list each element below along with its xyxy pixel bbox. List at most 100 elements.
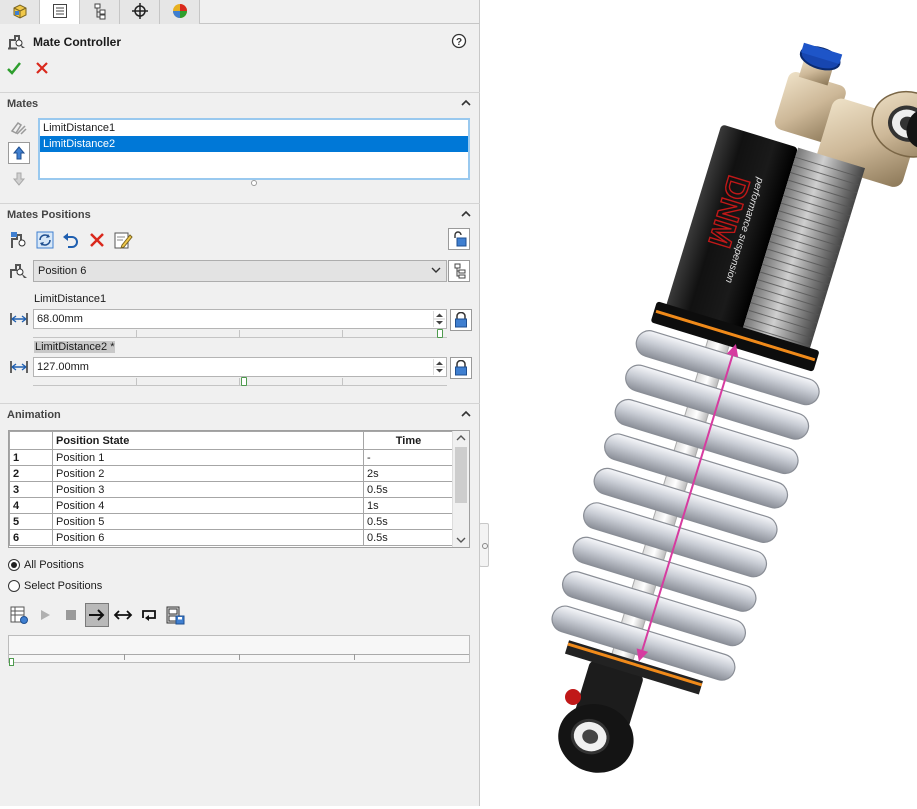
unlock-all-button[interactable] <box>448 228 470 250</box>
page-title: Mate Controller <box>33 35 122 49</box>
tab-feature-manager[interactable] <box>0 0 40 24</box>
spin-buttons[interactable] <box>433 311 445 327</box>
scrollbar-thumb[interactable] <box>455 447 467 503</box>
list-resize-handle[interactable] <box>251 180 257 186</box>
arrow-right-icon <box>89 609 105 621</box>
delete-icon <box>90 233 104 247</box>
add-position-icon <box>11 232 26 248</box>
ok-button[interactable] <box>6 60 22 79</box>
limit-distance1-field[interactable]: 68.00mm <box>33 309 447 329</box>
table-row[interactable]: 4 Position 4 1s <box>9 497 454 514</box>
tab-dimxpert[interactable] <box>120 0 160 24</box>
time-cell[interactable]: 1s <box>363 497 454 514</box>
distance-dimension-icon <box>8 310 30 328</box>
reciprocate-button[interactable] <box>111 603 135 627</box>
slider-thumb[interactable] <box>436 329 443 338</box>
delete-position-button[interactable] <box>85 228 109 252</box>
chevron-down-icon[interactable] <box>430 263 442 284</box>
limit-distance1-slider[interactable] <box>33 329 447 338</box>
lock-limit-distance1-button[interactable] <box>450 309 472 331</box>
mates-section-header[interactable]: Mates <box>0 92 480 114</box>
unlock-icon <box>454 231 467 247</box>
position-state-cell: Position 3 <box>52 481 364 498</box>
table-row[interactable]: 2 Position 2 2s <box>9 465 454 482</box>
play-button[interactable] <box>33 603 57 627</box>
time-cell[interactable]: 0.5s <box>363 513 454 530</box>
tab-display-manager[interactable] <box>160 0 200 24</box>
configuration-manager-icon <box>91 2 109 23</box>
chevron-up-icon[interactable] <box>460 408 472 423</box>
time-cell[interactable]: 0.5s <box>363 529 454 546</box>
tab-property-manager[interactable] <box>40 0 80 24</box>
limit-distance1-label: LimitDistance1 <box>34 293 107 305</box>
undo-position-button[interactable] <box>59 228 83 252</box>
shock-absorber-model[interactable]: DNM performance suspension <box>490 0 917 806</box>
arrow-left-right-icon <box>113 610 133 620</box>
all-positions-radio[interactable] <box>8 559 20 571</box>
chevron-up-icon[interactable] <box>460 208 472 223</box>
timeline-thumb[interactable] <box>9 658 14 666</box>
lock-limit-distance2-button[interactable] <box>450 357 472 379</box>
chevron-down-icon <box>456 537 466 543</box>
normal-playback-button[interactable] <box>85 603 109 627</box>
rename-position-button[interactable] <box>111 228 135 252</box>
all-positions-option[interactable]: All Positions <box>8 559 84 571</box>
cancel-button[interactable] <box>34 60 50 79</box>
table-row[interactable]: 3 Position 3 0.5s <box>9 481 454 498</box>
mate-controller-icon <box>7 32 27 53</box>
save-position-button[interactable] <box>448 260 470 282</box>
position-select-value: Position 6 <box>38 265 87 277</box>
graphics-viewport[interactable]: DNM performance suspension <box>490 0 917 806</box>
lock-icon <box>455 312 467 328</box>
row-number: 6 <box>9 529 53 546</box>
table-scrollbar[interactable] <box>452 431 469 547</box>
table-row[interactable]: 5 Position 5 0.5s <box>9 513 454 530</box>
position-state-cell: Position 4 <box>52 497 364 514</box>
animation-table[interactable]: Position State Time 1 Position 1- 2 Positi… <box>8 430 470 548</box>
limit-distance2-slider[interactable] <box>33 377 447 386</box>
spin-buttons[interactable] <box>433 359 445 375</box>
property-manager-header: Mate Controller ? <box>7 32 473 52</box>
calculate-icon <box>10 606 28 624</box>
mates-select-icon[interactable] <box>8 118 30 140</box>
loop-button[interactable] <box>137 603 161 627</box>
animation-timeline[interactable] <box>8 635 470 666</box>
time-cell[interactable]: 0.5s <box>363 481 454 498</box>
distance-dimension-icon <box>8 358 30 376</box>
tab-configuration-manager[interactable] <box>80 0 120 24</box>
update-position-button[interactable] <box>33 228 57 252</box>
time-cell[interactable]: 2s <box>363 465 454 482</box>
save-animation-button[interactable] <box>163 603 187 627</box>
position-state-cell: Position 2 <box>52 465 364 482</box>
loop-icon <box>142 610 156 621</box>
stop-icon <box>66 610 76 620</box>
mate-position-icon <box>8 260 30 283</box>
select-positions-option[interactable]: Select Positions <box>8 580 102 592</box>
help-icon[interactable]: ? <box>451 33 467 52</box>
table-row[interactable]: 1 Position 1- <box>9 449 454 466</box>
table-row[interactable]: 6 Position 6 0.5s <box>9 529 454 546</box>
time-cell[interactable]: - <box>363 449 454 466</box>
property-manager-icon <box>51 2 69 23</box>
panel-splitter-handle[interactable] <box>479 523 489 567</box>
move-up-button[interactable] <box>8 142 30 164</box>
list-item[interactable]: LimitDistance1 <box>40 120 468 136</box>
slider-thumb[interactable] <box>241 377 248 386</box>
limit-distance2-field[interactable]: 127.00mm <box>33 357 447 377</box>
calculate-animation-button[interactable] <box>7 603 31 627</box>
select-positions-radio[interactable] <box>8 580 20 592</box>
svg-text:?: ? <box>456 37 462 48</box>
stop-button[interactable] <box>59 603 83 627</box>
animation-section-header[interactable]: Animation <box>0 403 480 425</box>
positions-toolbar <box>7 228 135 252</box>
position-select[interactable]: Position 6 <box>33 260 447 282</box>
mates-positions-section-header[interactable]: Mates Positions <box>0 203 480 225</box>
film-save-icon <box>166 606 185 625</box>
ok-cancel-group <box>6 60 50 79</box>
chevron-up-icon[interactable] <box>460 97 472 112</box>
list-item[interactable]: LimitDistance2 <box>40 136 468 152</box>
add-position-button[interactable] <box>7 228 31 252</box>
feature-manager-icon <box>11 2 29 23</box>
mates-list[interactable]: LimitDistance1 LimitDistance2 <box>38 118 470 180</box>
move-down-button[interactable] <box>8 168 30 190</box>
